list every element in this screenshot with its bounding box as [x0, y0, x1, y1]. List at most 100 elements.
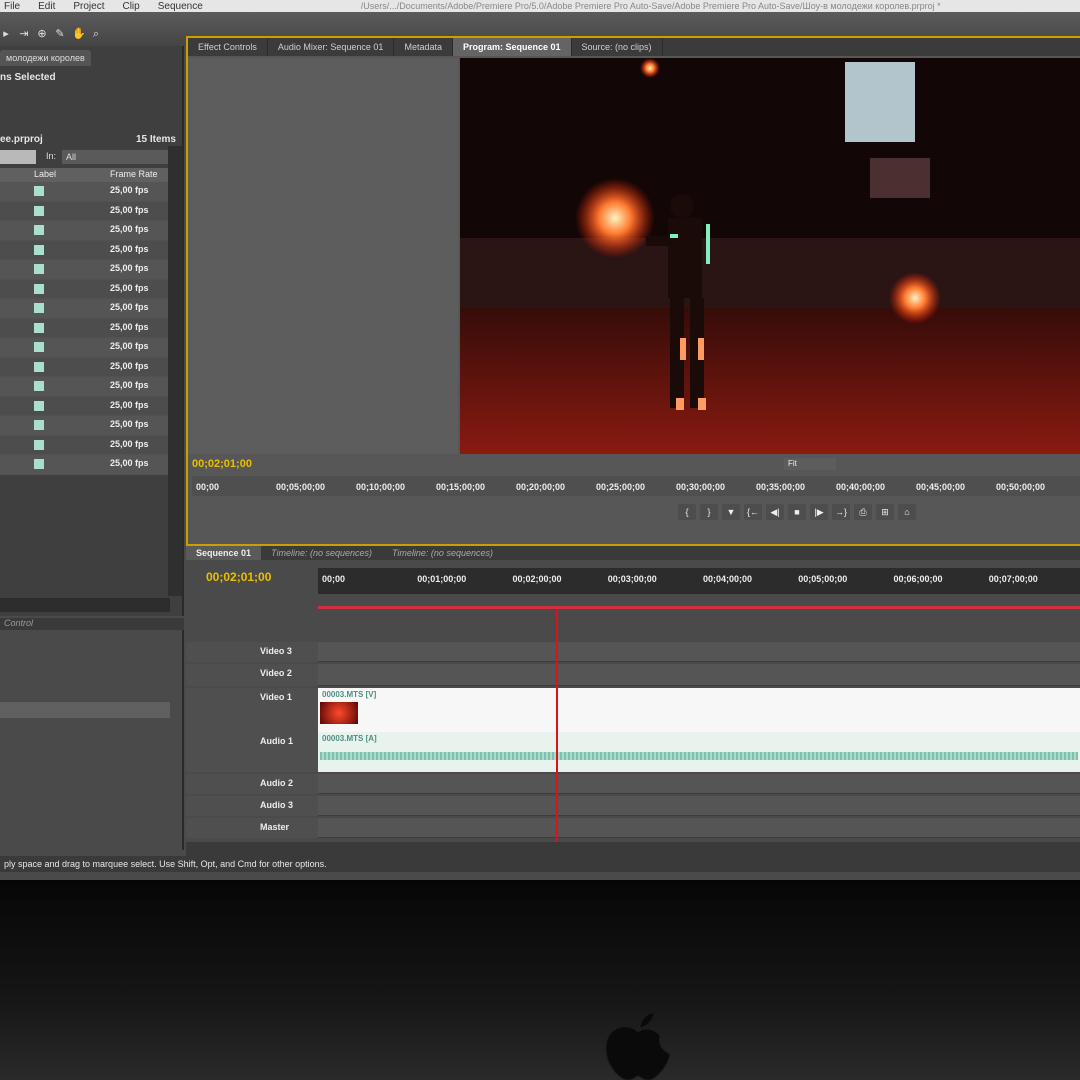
list-item[interactable]: 25,00 fps: [0, 455, 170, 475]
list-item[interactable]: 25,00 fps: [0, 377, 170, 397]
label-swatch[interactable]: [34, 420, 44, 430]
ruler-tick-label: 00;03;00;00: [607, 574, 657, 584]
tab-source[interactable]: Source: (no clips): [572, 38, 663, 56]
track-header-video2[interactable]: Video 2: [186, 664, 318, 686]
label-swatch[interactable]: [34, 342, 44, 352]
goto-in-icon[interactable]: {←: [744, 504, 762, 520]
list-item[interactable]: 25,00 fps: [0, 221, 170, 241]
list-item[interactable]: 25,00 fps: [0, 435, 170, 455]
label-column-header[interactable]: Label: [34, 169, 56, 179]
track-lane-video3[interactable]: [318, 642, 1080, 662]
track-header-video1[interactable]: Video 1: [186, 688, 318, 732]
list-item[interactable]: 25,00 fps: [0, 396, 170, 416]
premiere-window: File Edit Project Clip Sequence /Users/.…: [0, 0, 1080, 880]
label-swatch[interactable]: [34, 459, 44, 469]
frame-rate-value: 25,00 fps: [110, 282, 149, 293]
info-panel-tab[interactable]: Control: [0, 618, 184, 630]
audio-clip[interactable]: 00003.MTS [A]: [318, 732, 1080, 772]
program-time-ruler[interactable]: 00;00 00;05;00;00 00;10;00;00 00;15;00;00 00…: [192, 476, 1080, 496]
label-swatch[interactable]: [34, 381, 44, 391]
work-area-bar[interactable]: [318, 606, 1080, 609]
track-header-audio1[interactable]: Audio 1: [186, 732, 318, 772]
menu-sequence[interactable]: Sequence: [158, 1, 203, 12]
select-tool-icon[interactable]: ▸: [0, 28, 12, 40]
in-select[interactable]: All: [62, 150, 172, 164]
tab-timeline-1[interactable]: Timeline: (no sequences): [261, 546, 382, 560]
list-item[interactable]: 25,00 fps: [0, 240, 170, 260]
mark-out-icon[interactable]: }: [700, 504, 718, 520]
label-swatch[interactable]: [34, 283, 44, 294]
track-lane-audio2[interactable]: [318, 774, 1080, 794]
project-search-input[interactable]: [0, 150, 36, 164]
track-header-audio3[interactable]: Audio 3: [186, 796, 318, 816]
frame-rate-value: 25,00 fps: [110, 458, 149, 468]
label-swatch[interactable]: [34, 400, 44, 411]
hand-tool-icon[interactable]: ✋: [72, 28, 86, 40]
menu-clip[interactable]: Clip: [122, 1, 139, 12]
label-swatch[interactable]: [34, 205, 44, 216]
frame-rate-column-header[interactable]: Frame Rate: [110, 169, 158, 179]
mark-in-icon[interactable]: {: [678, 504, 696, 520]
label-swatch[interactable]: [34, 322, 44, 333]
project-scrollbar[interactable]: [168, 146, 182, 596]
list-item[interactable]: 25,00 fps: [0, 318, 170, 338]
label-swatch[interactable]: [34, 186, 44, 196]
timeline-time-ruler[interactable]: 00;00 00;01;00;00 00;02;00;00 00;03;00;00 00…: [318, 568, 1080, 594]
tab-timeline-2[interactable]: Timeline: (no sequences): [382, 546, 503, 560]
ripple-edit-icon[interactable]: ⊕: [36, 28, 48, 40]
track-lane-video2[interactable]: [318, 664, 1080, 686]
label-swatch[interactable]: [34, 303, 44, 313]
pen-tool-icon[interactable]: ✎: [54, 28, 66, 40]
zoom-tool-icon[interactable]: ⌕: [90, 28, 102, 40]
lift-icon[interactable]: ⎙: [854, 504, 872, 520]
timeline-scrollbar[interactable]: [186, 842, 1080, 856]
program-timecode[interactable]: 00;02;01;00: [192, 458, 252, 470]
tab-metadata[interactable]: Metadata: [394, 38, 453, 56]
monitor-bezel: [0, 880, 1080, 1080]
timeline-playhead[interactable]: [556, 610, 558, 846]
track-name-video2: Video 2: [260, 668, 292, 678]
track-lane-audio3[interactable]: [318, 796, 1080, 816]
ruler-tick-label: 00;20;00;00: [516, 482, 566, 492]
camera-icon[interactable]: ⌂: [898, 504, 916, 520]
project-tab[interactable]: молодежи королев: [0, 50, 91, 66]
video-clip[interactable]: 00003.MTS [V]: [318, 688, 1080, 732]
menu-project[interactable]: Project: [73, 1, 104, 12]
track-lane-master[interactable]: [318, 818, 1080, 838]
list-item[interactable]: 25,00 fps: [0, 416, 170, 436]
label-swatch[interactable]: [34, 264, 44, 274]
tab-audio-mixer[interactable]: Audio Mixer: Sequence 01: [268, 38, 395, 56]
tab-program[interactable]: Program: Sequence 01: [452, 38, 572, 56]
label-swatch[interactable]: [34, 225, 44, 235]
step-forward-icon[interactable]: |▶: [810, 504, 828, 520]
zoom-fit-select[interactable]: Fit: [784, 458, 836, 470]
menu-file[interactable]: File: [4, 1, 20, 12]
ruler-tick-label: 00;05;00;00: [276, 482, 326, 492]
stop-icon[interactable]: ■: [788, 504, 806, 520]
track-name-video3: Video 3: [260, 646, 292, 656]
label-swatch[interactable]: [34, 244, 44, 255]
track-header-video3[interactable]: Video 3: [186, 642, 318, 662]
timeline-timecode[interactable]: 00;02;01;00: [206, 570, 271, 584]
list-item[interactable]: 25,00 fps: [0, 338, 170, 358]
label-swatch[interactable]: [34, 439, 44, 450]
ruler-tick-label: 00;45;00;00: [916, 482, 966, 492]
goto-out-icon[interactable]: →}: [832, 504, 850, 520]
ruler-tick-label: 00;05;00;00: [798, 574, 848, 584]
track-select-icon[interactable]: ⇥: [18, 28, 30, 40]
extract-icon[interactable]: ⊞: [876, 504, 894, 520]
list-item[interactable]: 25,00 fps: [0, 279, 170, 299]
list-item[interactable]: 25,00 fps: [0, 357, 170, 377]
list-item[interactable]: 25,00 fps: [0, 182, 170, 202]
list-item[interactable]: 25,00 fps: [0, 260, 170, 280]
menu-edit[interactable]: Edit: [38, 1, 55, 12]
tab-effect-controls[interactable]: Effect Controls: [188, 38, 268, 56]
tab-sequence-01[interactable]: Sequence 01: [186, 546, 262, 560]
step-back-icon[interactable]: ◀|: [766, 504, 784, 520]
list-item[interactable]: 25,00 fps: [0, 299, 170, 319]
label-swatch[interactable]: [34, 361, 44, 372]
track-header-master[interactable]: Master: [186, 818, 318, 838]
marker-icon[interactable]: ▼: [722, 504, 740, 520]
list-item[interactable]: 25,00 fps: [0, 201, 170, 221]
track-header-audio2[interactable]: Audio 2: [186, 774, 318, 794]
